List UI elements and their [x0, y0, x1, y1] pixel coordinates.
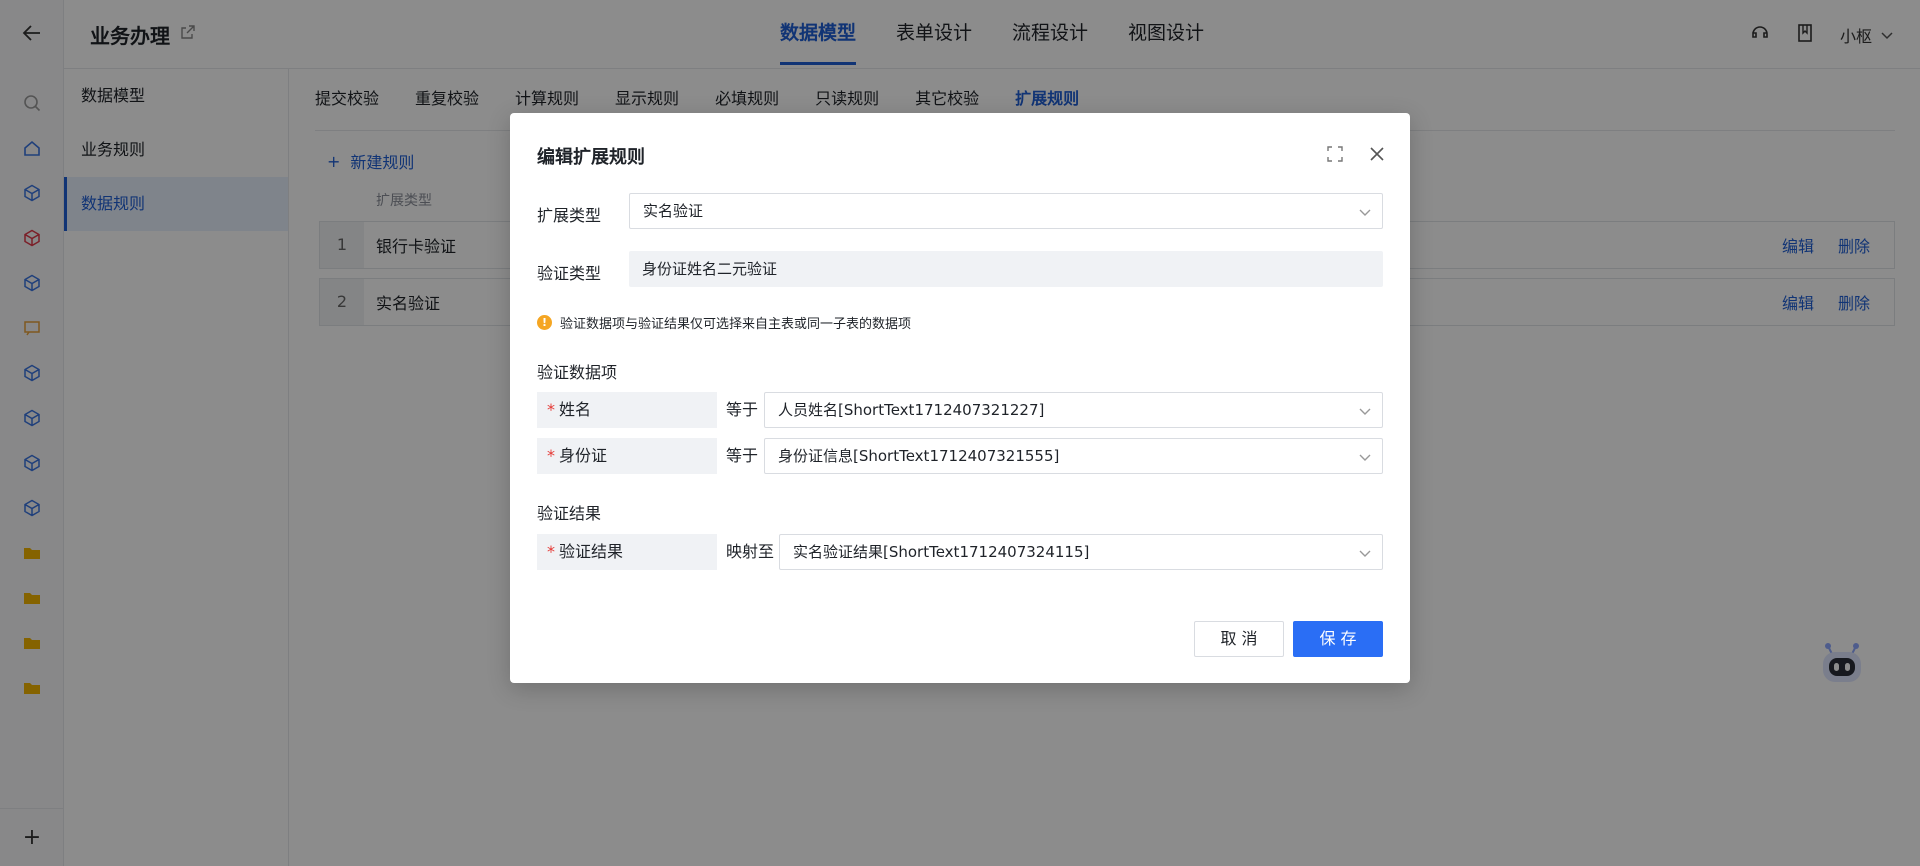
edit-extension-rule-dialog: 编辑扩展规则 扩展类型 实名验证 验证类型 身份证姓名二元验证 ! 验证数据项与… — [510, 113, 1410, 683]
info-tip: ! 验证数据项与验证结果仅可选择来自主表或同一子表的数据项 — [537, 313, 911, 332]
dialog-title: 编辑扩展规则 — [537, 147, 645, 168]
relation-equals: 等于 — [726, 446, 759, 465]
field-label-id-card: * 身份证 — [537, 438, 717, 474]
name-field-select[interactable]: 人员姓名[ShortText1712407321227] — [764, 392, 1383, 428]
name-field-value: 人员姓名[ShortText1712407321227] — [778, 401, 1045, 419]
field-label-result: * 验证结果 — [537, 534, 717, 570]
fullscreen-icon[interactable] — [1326, 145, 1344, 163]
field-label-text: 姓名 — [559, 400, 592, 419]
chevron-down-icon — [1359, 550, 1371, 557]
result-field-value: 实名验证结果[ShortText1712407324115] — [793, 543, 1090, 561]
verify-type-value: 身份证姓名二元验证 — [642, 260, 778, 278]
extend-type-value: 实名验证 — [643, 202, 704, 220]
field-label-text: 验证结果 — [559, 542, 624, 561]
extend-type-select[interactable]: 实名验证 — [629, 193, 1383, 229]
id-card-field-select[interactable]: 身份证信息[ShortText1712407321555] — [764, 438, 1383, 474]
extend-type-label: 扩展类型 — [537, 206, 602, 225]
cancel-button[interactable]: 取 消 — [1194, 621, 1284, 657]
verify-type-field: 身份证姓名二元验证 — [629, 251, 1383, 287]
required-mark: * — [547, 446, 555, 465]
required-mark: * — [547, 400, 555, 419]
relation-maps-to: 映射至 — [726, 542, 775, 561]
field-label-name: * 姓名 — [537, 392, 717, 428]
data-items-title: 验证数据项 — [537, 363, 618, 382]
result-field-select[interactable]: 实名验证结果[ShortText1712407324115] — [779, 534, 1383, 570]
chevron-down-icon — [1359, 454, 1371, 461]
chevron-down-icon — [1359, 408, 1371, 415]
save-button[interactable]: 保 存 — [1293, 621, 1383, 657]
chevron-down-icon — [1359, 209, 1371, 216]
verify-type-label: 验证类型 — [537, 264, 602, 283]
id-card-field-value: 身份证信息[ShortText1712407321555] — [778, 447, 1060, 465]
result-title: 验证结果 — [537, 504, 602, 523]
close-icon[interactable] — [1368, 145, 1386, 163]
warning-icon: ! — [537, 315, 552, 330]
field-label-text: 身份证 — [559, 446, 608, 465]
tip-text: 验证数据项与验证结果仅可选择来自主表或同一子表的数据项 — [560, 317, 912, 332]
required-mark: * — [547, 542, 555, 561]
relation-equals: 等于 — [726, 400, 759, 419]
